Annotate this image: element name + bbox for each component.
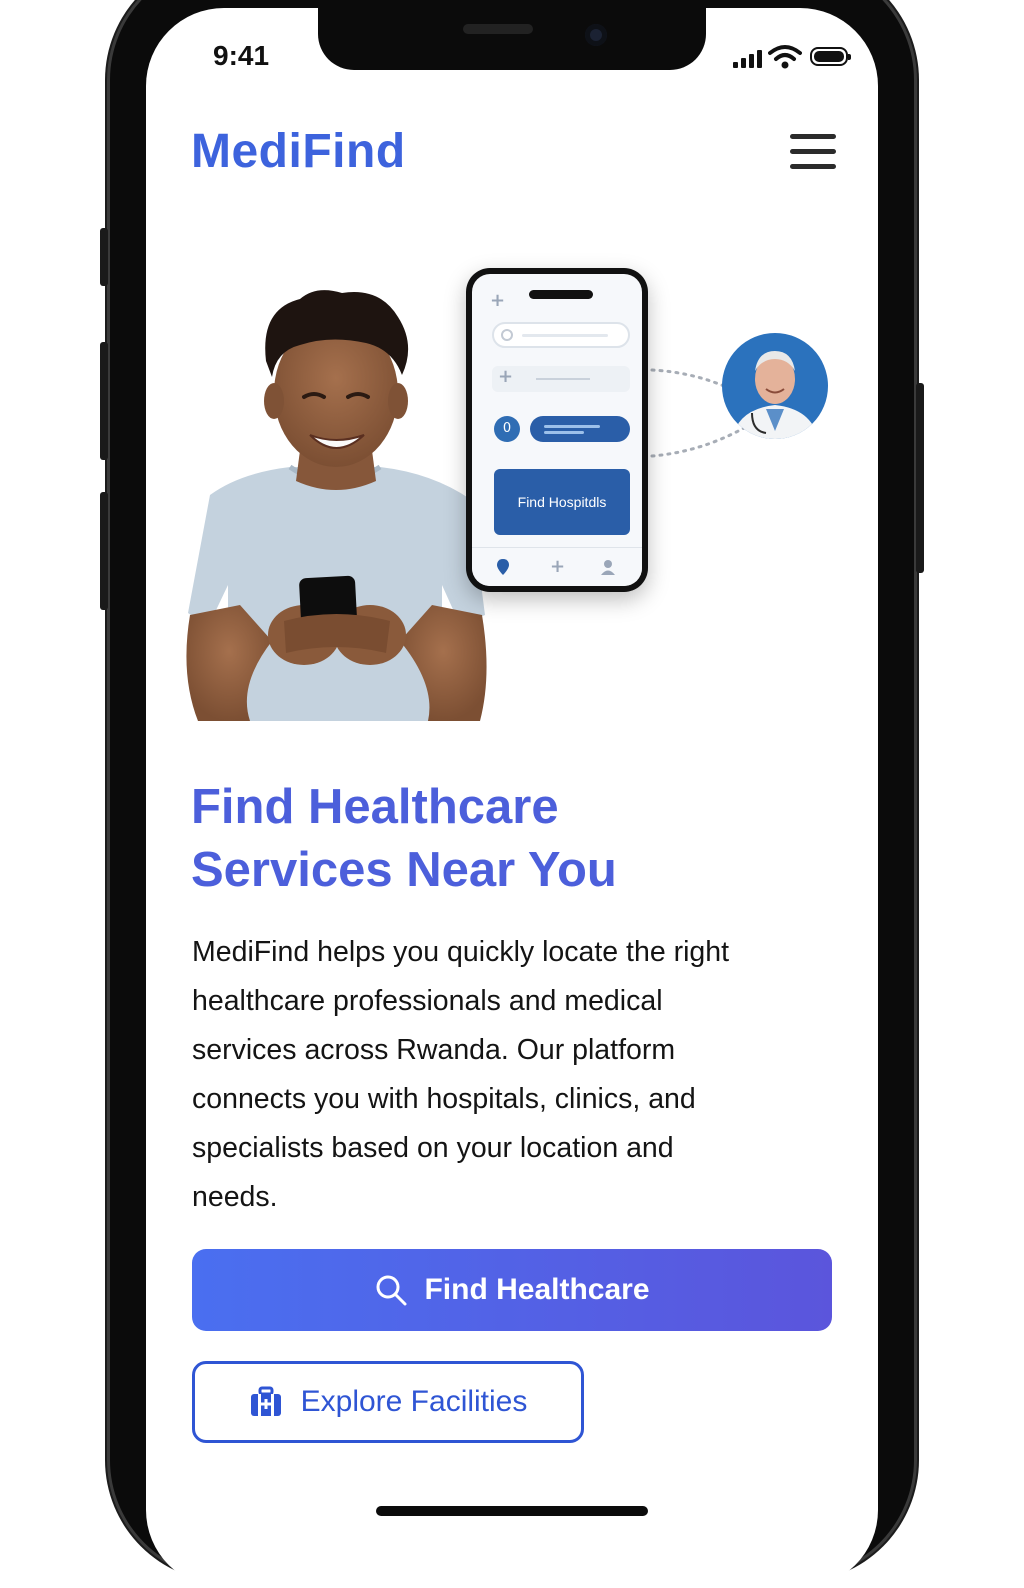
doctor-avatar (722, 333, 828, 439)
mockup-tab-bar: + (472, 547, 642, 586)
front-camera (585, 24, 607, 46)
app-logo[interactable]: MediFind (191, 124, 406, 179)
person-illustration (186, 290, 487, 721)
mockup-find-hospitals-button: Find Hospitdls (494, 469, 630, 535)
plus-icon: + (490, 290, 506, 311)
description-line: healthcare professionals and medical (192, 985, 663, 1017)
plus-icon: + (498, 366, 514, 387)
volume-up-button (100, 342, 108, 460)
hospital-icon (250, 1386, 281, 1416)
search-icon (376, 1275, 407, 1306)
mute-switch (100, 228, 108, 286)
description-line: services across Rwanda. Our platform (192, 1034, 676, 1066)
mockup-search-bar (492, 322, 630, 348)
notch (318, 0, 706, 70)
description-line: needs. (192, 1181, 278, 1213)
hero-headline: Find Healthcare Services Near You (191, 776, 831, 902)
find-healthcare-button[interactable]: Find Healthcare (192, 1249, 832, 1331)
volume-down-button (100, 492, 108, 610)
mockup-pill (530, 416, 630, 442)
search-icon (501, 329, 513, 341)
doctor-portrait (722, 333, 828, 439)
plus-icon: + (550, 556, 566, 577)
hero-description: MediFind helps you quickly locate the ri… (192, 928, 842, 1222)
power-button (916, 383, 924, 573)
profile-icon (601, 560, 615, 575)
hero-headline-line1: Find Healthcare (191, 780, 559, 834)
app-mockup-screen: + + 0 Find Hospitdls + (472, 274, 642, 586)
mockup-list-row: + (492, 366, 630, 392)
mockup-count-badge: 0 (494, 416, 520, 442)
find-healthcare-label: Find Healthcare (424, 1273, 650, 1306)
description-line: specialists based on your location and (192, 1132, 674, 1164)
wifi-icon (768, 45, 802, 69)
location-pin-icon (497, 559, 509, 575)
app-mockup-phone: + + 0 Find Hospitdls + (466, 268, 648, 592)
explore-facilities-button[interactable]: Explore Facilities (192, 1361, 584, 1443)
battery-icon (810, 47, 851, 66)
status-time: 9:41 (213, 40, 270, 71)
hero-headline-line2: Services Near You (191, 843, 617, 897)
cellular-signal-icon (733, 50, 762, 68)
description-line: MediFind helps you quickly locate the ri… (192, 936, 730, 968)
home-indicator[interactable] (376, 1506, 648, 1516)
hamburger-menu-icon[interactable] (790, 134, 836, 170)
app-mockup-notch (529, 290, 593, 299)
description-line: connects you with hospitals, clinics, an… (192, 1083, 696, 1115)
explore-facilities-label: Explore Facilities (300, 1385, 528, 1418)
